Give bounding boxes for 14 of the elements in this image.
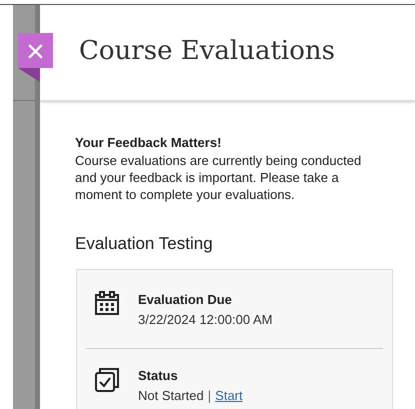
item-label: Evaluation Due <box>138 290 233 308</box>
item-value: Not Started <box>138 386 204 404</box>
checkbox-stack-icon <box>94 366 120 392</box>
item-label: Status <box>138 366 179 384</box>
panel-title: Course Evaluations <box>79 35 335 68</box>
feedback-message: Course evaluations are currently being conducted and your feedback is important. Please take a moment to complete your evaluations. <box>75 152 362 203</box>
calendar-icon <box>94 290 120 314</box>
ribbon-fold-icon <box>18 68 40 82</box>
close-button[interactable]: × <box>18 33 53 68</box>
start-link[interactable]: Start <box>215 386 243 406</box>
feedback-heading: Your Feedback Matters! <box>75 134 222 152</box>
separator: | <box>208 386 212 405</box>
section-title: Evaluation Testing <box>75 233 214 255</box>
item-value: 3/22/2024 12:00:00 AM <box>138 310 272 328</box>
